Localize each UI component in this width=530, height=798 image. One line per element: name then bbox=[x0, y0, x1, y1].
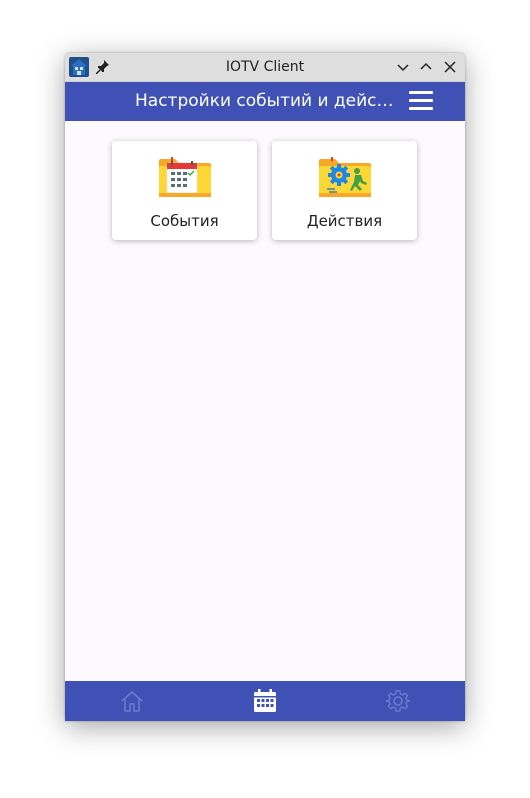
home-icon[interactable] bbox=[119, 688, 145, 714]
page-title: Настройки событий и действий bbox=[135, 91, 397, 111]
calendar-icon[interactable] bbox=[252, 688, 278, 714]
app-bar: Настройки событий и действий bbox=[65, 82, 465, 121]
folder-calendar-icon bbox=[159, 157, 211, 197]
pin-icon[interactable] bbox=[96, 59, 110, 75]
app-window: IOTV Client Настройки событий и действий bbox=[65, 53, 465, 721]
hamburger-menu-icon[interactable] bbox=[409, 91, 433, 111]
app-house-icon bbox=[69, 57, 89, 77]
window-titlebar[interactable]: IOTV Client bbox=[65, 53, 465, 82]
gear-icon[interactable] bbox=[385, 688, 411, 714]
main-content: События Действия bbox=[65, 121, 465, 681]
minimize-icon[interactable] bbox=[395, 59, 411, 75]
maximize-icon[interactable] bbox=[418, 59, 434, 75]
folder-gear-runner-icon bbox=[319, 157, 371, 197]
events-card[interactable]: События bbox=[112, 141, 257, 240]
actions-card[interactable]: Действия bbox=[272, 141, 417, 240]
events-label: События bbox=[150, 212, 219, 230]
close-icon[interactable] bbox=[442, 59, 458, 75]
actions-label: Действия bbox=[306, 212, 383, 230]
bottom-navigation bbox=[65, 681, 465, 721]
